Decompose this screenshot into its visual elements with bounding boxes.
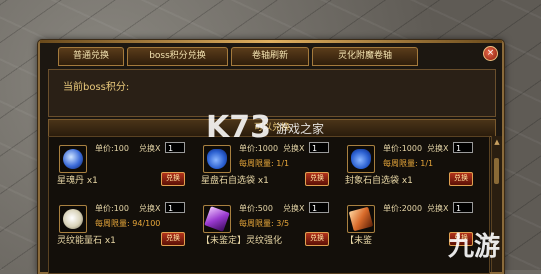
exchange-button[interactable]: 兑换 [161, 232, 185, 246]
exchange-button[interactable]: 兑换 [305, 232, 329, 246]
quantity-input[interactable]: 1 [453, 142, 473, 153]
exchange-button[interactable]: 兑换 [449, 172, 473, 186]
item-price: 单价:500 [239, 204, 273, 213]
exchange-label: 兑换X [427, 204, 449, 213]
exchange-button[interactable]: 兑换 [161, 172, 185, 186]
scroll-thumb[interactable] [494, 158, 499, 184]
item-price: 单价:1000 [383, 144, 423, 153]
item-name: 【未鉴定】灵纹强化 [201, 236, 283, 246]
list-item: 单价:1000 兑换X 1 每周限量: 1/1 封象石自选袋 x1 兑换 [343, 139, 479, 187]
item-price: 单价:100 [95, 204, 129, 213]
weekly-limit: 每周限量: 94/100 [95, 219, 161, 228]
k73-watermark: K73 [206, 110, 271, 145]
tab-scroll-refresh[interactable]: 卷轴刷新 [231, 47, 309, 66]
item-name: 【未鉴 [345, 236, 373, 246]
item-price: 单价:2000 [383, 204, 423, 213]
window-top-trim [40, 40, 502, 43]
tab-enchant-scroll[interactable]: 灵化附魔卷轴 [312, 47, 418, 66]
item-name: 封象石自选袋 x1 [345, 176, 413, 186]
exchange-label: 兑换X [139, 204, 161, 213]
blue-pouch-icon[interactable] [347, 145, 375, 173]
exchange-label: 兑换X [427, 144, 449, 153]
quantity-input[interactable]: 1 [165, 202, 185, 213]
exchange-label: 兑换X [139, 144, 161, 153]
quantity-input[interactable]: 1 [453, 202, 473, 213]
weekly-limit: 每周限量: 3/5 [239, 219, 290, 228]
orange-crystal-icon[interactable] [347, 205, 375, 233]
boss-points-panel: 当前boss积分: [48, 69, 496, 117]
quantity-input[interactable]: 1 [309, 202, 329, 213]
tab-boss-points-exchange[interactable]: boss积分兑换 [127, 47, 228, 66]
blue-orb-icon[interactable] [59, 145, 87, 173]
boss-points-label: 当前boss积分: [63, 82, 130, 93]
quantity-input[interactable]: 1 [309, 142, 329, 153]
blue-pouch-icon[interactable] [203, 145, 231, 173]
white-orb-icon[interactable] [59, 205, 87, 233]
list-item: 单价:100 兑换X 1 星魂丹 x1 兑换 [55, 139, 191, 187]
exchange-label: 兑换X [283, 204, 305, 213]
close-button[interactable]: × [483, 46, 498, 61]
exchange-window: 普通兑换 boss积分兑换 卷轴刷新 灵化附魔卷轴 × 当前boss积分: 可以… [38, 40, 504, 274]
scroll-up-arrow-icon[interactable]: ▲ [493, 138, 501, 146]
quantity-input[interactable]: 1 [165, 142, 185, 153]
list-item: 单价:1000 兑换X 1 每周限量: 1/1 星盘石自选袋 x1 兑换 [199, 139, 335, 187]
list-item: 单价:100 兑换X 1 每周限量: 94/100 灵纹能量石 x1 兑换 [55, 199, 191, 247]
item-list: 单价:100 兑换X 1 星魂丹 x1 兑换 单价:1000 兑换X 1 每周限… [48, 136, 490, 274]
list-header: 可以兑换 [48, 119, 496, 137]
purple-crystal-icon[interactable] [203, 205, 231, 233]
tab-bar: 普通兑换 boss积分兑换 卷轴刷新 灵化附魔卷轴 [58, 47, 418, 66]
jiuyou-watermark: 九游 [448, 232, 501, 262]
item-name: 灵纹能量石 x1 [57, 236, 116, 246]
exchange-button[interactable]: 兑换 [305, 172, 329, 186]
tab-normal-exchange[interactable]: 普通兑换 [58, 47, 124, 66]
weekly-limit: 每周限量: 1/1 [239, 159, 290, 168]
site-watermark: 游戏之家 [276, 122, 325, 136]
exchange-label: 兑换X [283, 144, 305, 153]
item-price: 单价:100 [95, 144, 129, 153]
item-name: 星盘石自选袋 x1 [201, 176, 269, 186]
list-item: 单价:500 兑换X 1 每周限量: 3/5 【未鉴定】灵纹强化 兑换 [199, 199, 335, 247]
weekly-limit: 每周限量: 1/1 [383, 159, 434, 168]
item-name: 星魂丹 x1 [57, 176, 98, 186]
